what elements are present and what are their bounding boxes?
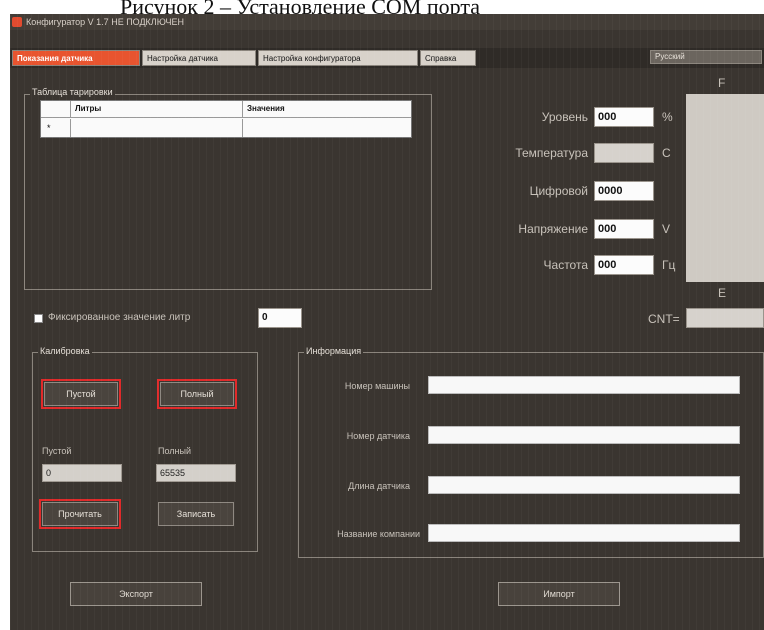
row-marker: * <box>41 119 71 137</box>
column-header-values[interactable]: Значения <box>243 101 411 118</box>
calibrate-empty-button[interactable]: Пустой <box>41 379 121 409</box>
level-label: Уровень <box>541 110 588 124</box>
info-group-label: Информация <box>304 346 364 356</box>
digital-label: Цифровой <box>529 184 588 198</box>
read-button[interactable]: Прочитать <box>39 499 121 529</box>
voltage-label: Напряжение <box>518 222 588 236</box>
level-unit: % <box>662 110 673 124</box>
tab-configurator-settings[interactable]: Настройка конфигуратора <box>258 50 418 66</box>
temperature-label: Температура <box>515 146 588 160</box>
write-button[interactable]: Записать <box>158 502 234 526</box>
fixed-value-checkbox[interactable] <box>34 314 43 323</box>
full-value-label: Полный <box>158 446 191 456</box>
tab-sensor-settings[interactable]: Настройка датчика <box>142 50 256 66</box>
voltage-unit: V <box>662 222 671 236</box>
window-title: Конфигуратор V 1.7 НЕ ПОДКЛЮЧЕН <box>26 17 185 27</box>
sensor-number-label: Номер датчика <box>346 431 410 441</box>
temperature-unit: С <box>662 146 671 160</box>
digital-value: 0000 <box>594 181 654 201</box>
fixed-value-input[interactable]: 0 <box>258 308 302 328</box>
cnt-value <box>686 308 764 328</box>
company-name-label: Название компании <box>337 529 420 539</box>
full-value-field: 65535 <box>156 464 236 482</box>
tab-sensor-readings[interactable]: Показания датчика <box>12 50 140 66</box>
title-bar: Конфигуратор V 1.7 НЕ ПОДКЛЮЧЕН <box>10 14 764 30</box>
frequency-label: Частота <box>543 258 588 272</box>
fill-top-label: F <box>718 76 726 90</box>
cnt-label: CNT= <box>648 312 680 326</box>
configurator-window: Конфигуратор V 1.7 НЕ ПОДКЛЮЧЕН Показани… <box>10 14 764 630</box>
app-icon <box>12 17 22 27</box>
calibration-table[interactable]: Литры Значения * <box>40 100 412 138</box>
empty-value-label: Пустой <box>42 446 72 456</box>
cell-value[interactable] <box>243 119 411 137</box>
frequency-unit: Гц <box>662 258 676 272</box>
sensor-number-input[interactable] <box>428 426 740 444</box>
frequency-value: 000 <box>594 255 654 275</box>
sensor-length-input[interactable] <box>428 476 740 494</box>
fixed-value-label: Фиксированное значение литр <box>48 312 191 323</box>
fill-level-panel <box>686 94 764 282</box>
level-value: 000 <box>594 107 654 127</box>
temperature-value <box>594 143 654 163</box>
sensor-length-label: Длина датчика <box>348 481 410 491</box>
empty-value-field: 0 <box>42 464 122 482</box>
vehicle-number-input[interactable] <box>428 376 740 394</box>
cell-liters[interactable] <box>71 119 243 137</box>
column-header-liters[interactable]: Литры <box>71 101 243 118</box>
calibration-group-label: Калибровка <box>38 346 92 356</box>
voltage-value: 000 <box>594 219 654 239</box>
export-button[interactable]: Экспорт <box>70 582 202 606</box>
tab-help[interactable]: Справка <box>420 50 476 66</box>
company-name-input[interactable] <box>428 524 740 542</box>
language-select[interactable]: Русский <box>650 50 762 64</box>
calibrate-full-button[interactable]: Полный <box>157 379 237 409</box>
import-button[interactable]: Импорт <box>498 582 620 606</box>
calibration-table-group-label: Таблица тарировки <box>30 87 115 97</box>
table-corner-header <box>41 101 71 118</box>
vehicle-number-label: Номер машины <box>344 381 410 391</box>
fill-bottom-label: E <box>718 286 727 300</box>
